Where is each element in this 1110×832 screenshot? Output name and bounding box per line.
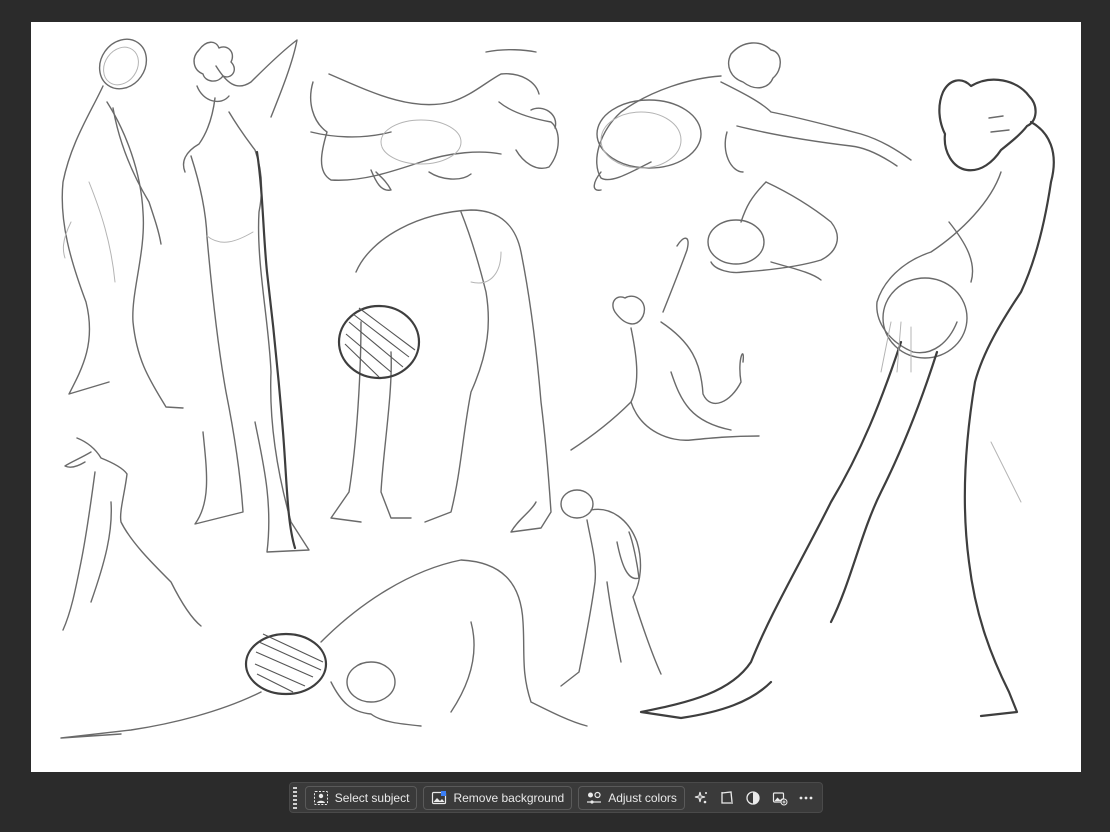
figure-sketch-leaning xyxy=(593,42,912,191)
select-subject-button[interactable]: Select subject xyxy=(304,785,418,810)
drag-handle[interactable] xyxy=(292,786,299,810)
more-ellipsis-icon xyxy=(799,796,813,799)
adjustment-layer-button[interactable] xyxy=(743,786,763,810)
add-image-button[interactable] xyxy=(770,786,790,810)
adjust-colors-label: Adjust colors xyxy=(608,790,677,805)
document-canvas[interactable] xyxy=(31,22,1081,772)
figure-sketch-small-standing xyxy=(560,489,662,687)
figure-sketch-reclining xyxy=(309,49,559,191)
adjust-colors-icon xyxy=(587,791,602,804)
remove-background-icon xyxy=(432,790,447,804)
figure-sketch-seated-reach xyxy=(570,237,760,451)
sparkle-dots-icon xyxy=(694,791,707,803)
remove-background-label: Remove background xyxy=(453,790,565,805)
remove-background-button[interactable]: Remove background xyxy=(423,785,573,810)
select-subject-label: Select subject xyxy=(334,790,410,805)
sketch-artwork xyxy=(60,38,1055,739)
contextual-taskbar: Select subject Remove background Adjust … xyxy=(289,782,823,813)
more-options-button[interactable] xyxy=(796,786,816,810)
figure-sketch-walking xyxy=(62,437,202,631)
select-subject-icon xyxy=(313,790,328,805)
figure-sketch-arm-raised xyxy=(182,39,310,553)
generate-button[interactable] xyxy=(691,786,711,810)
figure-sketch-childs-pose xyxy=(60,559,588,739)
figure-sketch-large-standing xyxy=(639,78,1055,720)
figure-sketch-bending-over xyxy=(330,209,552,533)
half-circle-contrast-icon xyxy=(746,790,761,805)
adjust-colors-button[interactable]: Adjust colors xyxy=(578,785,685,810)
figure-sketch-standing-halo xyxy=(61,38,184,409)
transform-button[interactable] xyxy=(717,786,737,810)
image-add-icon xyxy=(772,791,788,805)
figure-sketch-crouched xyxy=(707,181,839,281)
crop-transform-icon xyxy=(721,790,734,804)
